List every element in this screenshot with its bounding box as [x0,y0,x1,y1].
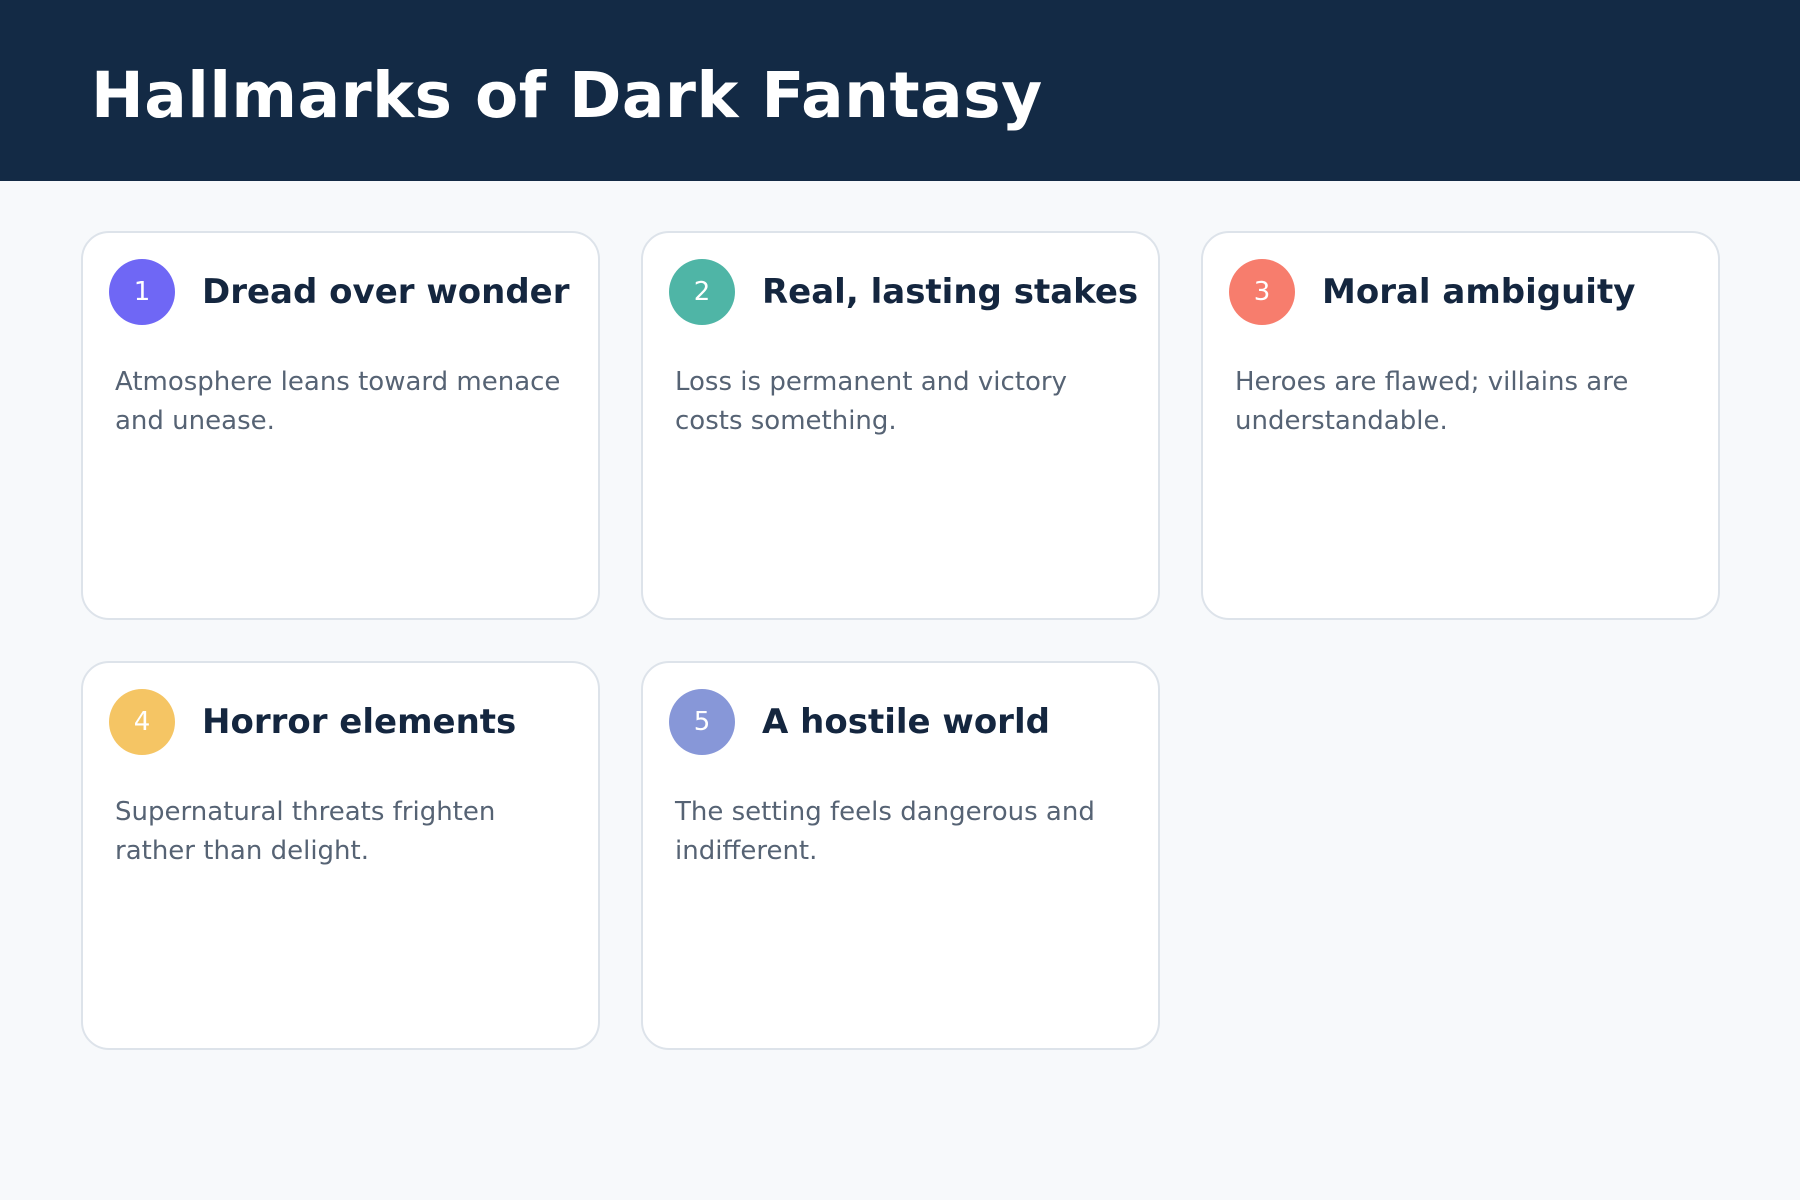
card-description: Supernatural threats frighten rather tha… [115,797,496,866]
card-title: Real, lasting stakes [762,272,1139,312]
card-description: The setting feels dangerous and indiffer… [675,797,1095,866]
card-description: Atmosphere leans toward menace and uneas… [115,367,561,436]
card-horror-elements: 4 Horror elements Supernatural threats f… [81,661,600,1050]
card-number-badge: 5 [669,689,735,755]
card-description: Heroes are flawed; villains are understa… [1235,367,1629,436]
card-title: Moral ambiguity [1322,272,1636,312]
card-description: Loss is permanent and victory costs some… [675,367,1067,436]
card-title: Horror elements [202,702,517,742]
card-moral-ambiguity: 3 Moral ambiguity Heroes are flawed; vil… [1201,231,1720,620]
card-dread-over-wonder: 1 Dread over wonder Atmosphere leans tow… [81,231,600,620]
card-title: A hostile world [762,702,1050,742]
card-real-lasting-stakes: 2 Real, lasting stakes Loss is permanent… [641,231,1160,620]
card-number-badge: 1 [109,259,175,325]
card-number-badge: 2 [669,259,735,325]
cards-grid: 1 Dread over wonder Atmosphere leans tow… [0,0,1800,1200]
card-number-badge: 4 [109,689,175,755]
card-title: Dread over wonder [202,272,570,312]
card-a-hostile-world: 5 A hostile world The setting feels dang… [641,661,1160,1050]
card-number-badge: 3 [1229,259,1295,325]
